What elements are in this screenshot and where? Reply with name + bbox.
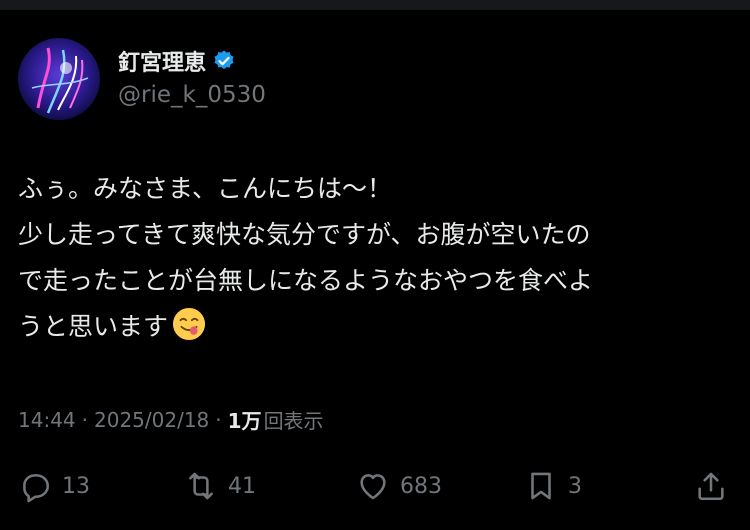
verified-badge-icon <box>214 50 234 70</box>
display-name[interactable]: 釘宮理恵 <box>118 45 206 77</box>
avatar-image <box>18 38 100 120</box>
bookmark-count: 3 <box>568 473 582 499</box>
share-button[interactable] <box>694 464 728 508</box>
repost-count: 41 <box>228 473 256 499</box>
meta-separator: · <box>81 407 88 432</box>
like-button[interactable]: 683 <box>356 464 442 508</box>
tweet-text-line: うと思います <box>18 304 730 350</box>
action-bar: 13 41 683 3 <box>0 464 750 508</box>
author-name-row[interactable]: 釘宮理恵 <box>118 44 236 78</box>
tweet-text-line: ふぅ。みなさま、こんにちは〜！ <box>18 174 393 203</box>
face-savoring-food-emoji <box>172 307 206 341</box>
reply-count: 13 <box>62 473 90 499</box>
tweet-date[interactable]: 2025/02/18 <box>94 408 209 432</box>
reply-button[interactable]: 13 <box>18 464 90 508</box>
views-label: 回表示 <box>263 409 324 433</box>
avatar[interactable] <box>18 38 100 120</box>
bookmark-icon <box>531 472 551 500</box>
heart-icon <box>360 474 386 500</box>
share-icon <box>698 472 724 501</box>
tweet-meta: 14:44 · 2025/02/18 · 1万 回表示 <box>18 405 324 434</box>
reply-icon <box>23 474 50 503</box>
views-count: 1万 <box>227 409 262 433</box>
user-handle[interactable]: @rie_k_0530 <box>118 82 266 108</box>
tweet-text: ふぅ。みなさま、こんにちは〜！ 少し走ってきて爽快な気分ですが、お腹が空いたの … <box>18 166 730 350</box>
tweet-text-line: で走ったことが台無しになるようなおやつを食べよ <box>18 266 594 295</box>
top-bar <box>0 0 750 10</box>
bookmark-button[interactable]: 3 <box>524 464 582 508</box>
meta-separator: · <box>215 407 222 432</box>
repost-button[interactable]: 41 <box>184 464 256 508</box>
repost-icon <box>189 472 213 500</box>
tweet-text-line: 少し走ってきて爽快な気分ですが、お腹が空いたの <box>18 220 591 249</box>
tweet-time[interactable]: 14:44 <box>18 408 76 432</box>
like-count: 683 <box>400 473 442 499</box>
